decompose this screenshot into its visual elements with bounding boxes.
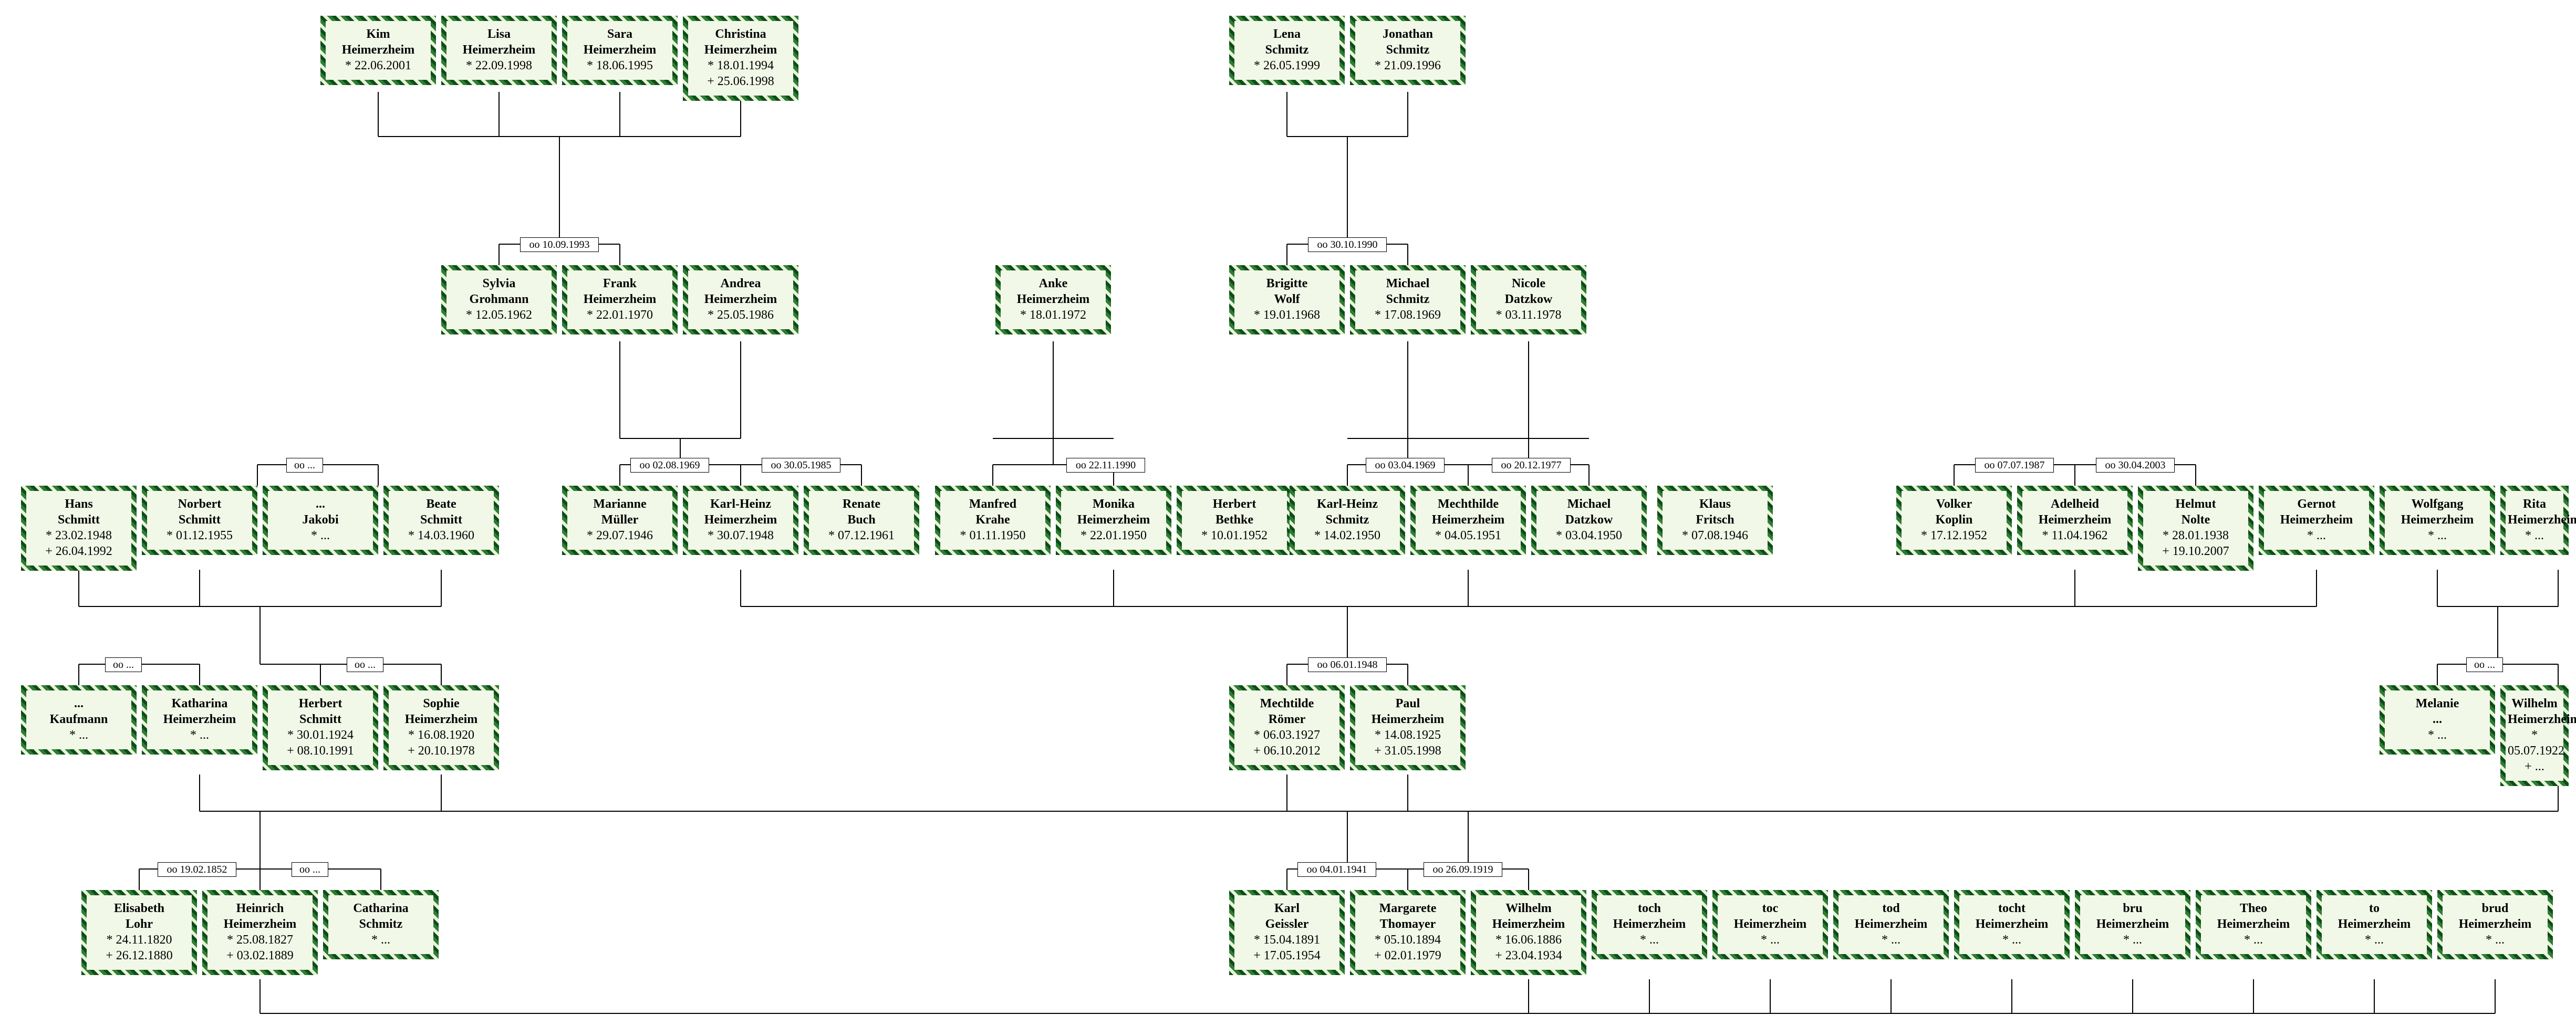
person-toch[interactable]: tochHeimerzheim* ... [1592, 890, 1707, 959]
person-bru[interactable]: bruHeimerzheim* ... [2075, 890, 2190, 959]
person-karl[interactable]: KarlGeissler* 15.04.1891+ 17.05.1954 [1229, 890, 1345, 975]
marriage-melanie-wilhelm: oo ... [2466, 657, 2503, 672]
person-hans[interactable]: HansSchmitt* 23.02.1948+ 26.04.1992 [21, 486, 137, 571]
person-herbert-schmitt[interactable]: HerbertSchmitt* 30.01.1924+ 08.10.1991 [263, 685, 378, 770]
person-kh-schmitz[interactable]: Karl-HeinzSchmitz* 14.02.1950 [1290, 486, 1405, 555]
person-catharina[interactable]: CatharinaSchmitz* ... [323, 890, 439, 959]
family-tree-canvas: KimHeimerzheim* 22.06.2001 LisaHeimerzhe… [0, 0, 2576, 1026]
person-frank[interactable]: FrankHeimerzheim* 22.01.1970 [562, 265, 678, 334]
marriage-elisabeth-heinrich: oo 19.02.1852 [158, 862, 236, 877]
marriage-khschmitz-mecht: oo 03.04.1969 [1366, 458, 1445, 473]
marriage-manfred-monika: oo 22.11.1990 [1066, 458, 1145, 473]
marriage-sylvia-frank: oo 10.09.1993 [520, 237, 599, 252]
person-kh-heimerzheim[interactable]: Karl-HeinzHeimerzheim* 30.07.1948 [683, 486, 798, 555]
marriage-herbert-sophie: oo ... [347, 657, 383, 672]
person-kim[interactable]: KimHeimerzheim* 22.06.2001 [320, 16, 436, 85]
person-sara[interactable]: SaraHeimerzheim* 18.06.1995 [562, 16, 678, 85]
person-paul[interactable]: PaulHeimerzheim* 14.08.1925+ 31.05.1998 [1350, 685, 1466, 770]
person-sylvia[interactable]: SylviaGrohmann* 12.05.1962 [441, 265, 557, 334]
person-gernot[interactable]: GernotHeimerzheim* ... [2259, 486, 2374, 555]
person-wolfgang[interactable]: WolfgangHeimerzheim* ... [2380, 486, 2495, 555]
person-kaufmann[interactable]: ...Kaufmann* ... [21, 685, 137, 755]
person-volker[interactable]: VolkerKoplin* 17.12.1952 [1896, 486, 2012, 555]
person-margarete[interactable]: MargareteThomayer* 05.10.1894+ 02.01.197… [1350, 890, 1466, 975]
person-manfred[interactable]: ManfredKrahe* 01.11.1950 [935, 486, 1051, 555]
person-tocht[interactable]: tochtHeimerzheim* ... [1954, 890, 2070, 959]
marriage-margarete-wilhelm: oo 26.09.1919 [1424, 862, 1502, 877]
person-norbert[interactable]: NorbertSchmitt* 01.12.1955 [142, 486, 257, 555]
person-mechtilde-roemer[interactable]: MechtildeRömer* 06.03.1927+ 06.10.2012 [1229, 685, 1345, 770]
person-michael-datzkow[interactable]: MichaelDatzkow* 03.04.1950 [1531, 486, 1647, 555]
person-marianne[interactable]: MarianneMüller* 29.07.1946 [562, 486, 678, 555]
marriage-heinrich-catharina: oo ... [292, 862, 328, 877]
person-brigitte[interactable]: BrigitteWolf* 19.01.1968 [1229, 265, 1345, 334]
person-jonathan[interactable]: JonathanSchmitz* 21.09.1996 [1350, 16, 1466, 85]
marriage-norbert-jakobi: oo ... [286, 458, 323, 473]
person-toc[interactable]: tocHeimerzheim* ... [1712, 890, 1828, 959]
person-melanie[interactable]: Melanie...* ... [2380, 685, 2495, 755]
marriage-brigitte-michael: oo 30.10.1990 [1308, 237, 1387, 252]
person-rita[interactable]: RitaHeimerzheim* ... [2500, 486, 2569, 555]
person-anke[interactable]: AnkeHeimerzheim* 18.01.1972 [995, 265, 1111, 334]
marriage-kh-renate: oo 30.05.1985 [762, 458, 840, 473]
marriage-kaufmann-katharina: oo ... [105, 657, 142, 672]
person-nicole[interactable]: NicoleDatzkow* 03.11.1978 [1471, 265, 1586, 334]
marriage-marianne-kh: oo 02.08.1969 [630, 458, 709, 473]
person-brud[interactable]: brudHeimerzheim* ... [2437, 890, 2553, 959]
marriage-adelheid-helmut: oo 30.04.2003 [2096, 458, 2175, 473]
person-to[interactable]: toHeimerzheim* ... [2317, 890, 2432, 959]
person-sophie[interactable]: SophieHeimerzheim* 16.08.1920+ 20.10.197… [383, 685, 499, 770]
marriage-karl-margarete: oo 04.01.1941 [1297, 862, 1376, 877]
person-christina[interactable]: ChristinaHeimerzheim* 18.01.1994+ 25.06.… [683, 16, 798, 101]
person-beate[interactable]: BeateSchmitt* 14.03.1960 [383, 486, 499, 555]
person-jakobi[interactable]: ...Jakobi* ... [263, 486, 378, 555]
marriage-volker-adelheid: oo 07.07.1987 [1975, 458, 2054, 473]
marriage-mecht-datzkow: oo 20.12.1977 [1492, 458, 1571, 473]
person-wilhelm-h[interactable]: WilhelmHeimerzheim* 05.07.1922+ ... [2500, 685, 2569, 786]
person-elisabeth[interactable]: ElisabethLohr* 24.11.1820+ 26.12.1880 [81, 890, 197, 975]
person-michael-schmitz[interactable]: MichaelSchmitz* 17.08.1969 [1350, 265, 1466, 334]
person-lisa[interactable]: LisaHeimerzheim* 22.09.1998 [441, 16, 557, 85]
person-mechthilde-h[interactable]: MechthildeHeimerzheim* 04.05.1951 [1410, 486, 1526, 555]
person-monika[interactable]: MonikaHeimerzheim* 22.01.1950 [1056, 486, 1171, 555]
person-andrea[interactable]: AndreaHeimerzheim* 25.05.1986 [683, 265, 798, 334]
person-renate[interactable]: RenateBuch* 07.12.1961 [804, 486, 919, 555]
person-herbert-bethke[interactable]: HerbertBethke* 10.01.1952 [1177, 486, 1292, 555]
person-heinrich[interactable]: HeinrichHeimerzheim* 25.08.1827+ 03.02.1… [202, 890, 318, 975]
person-klaus[interactable]: KlausFritsch* 07.08.1946 [1657, 486, 1773, 555]
person-adelheid[interactable]: AdelheidHeimerzheim* 11.04.1962 [2017, 486, 2133, 555]
person-tod[interactable]: todHeimerzheim* ... [1833, 890, 1949, 959]
person-wilhelm-h2[interactable]: WilhelmHeimerzheim* 16.06.1886+ 23.04.19… [1471, 890, 1586, 975]
person-helmut[interactable]: HelmutNolte* 28.01.1938+ 19.10.2007 [2138, 486, 2253, 571]
person-katharina[interactable]: KatharinaHeimerzheim* ... [142, 685, 257, 755]
person-lena[interactable]: LenaSchmitz* 26.05.1999 [1229, 16, 1345, 85]
marriage-mechtilde-paul: oo 06.01.1948 [1308, 657, 1387, 672]
person-theo[interactable]: TheoHeimerzheim* ... [2196, 890, 2311, 959]
